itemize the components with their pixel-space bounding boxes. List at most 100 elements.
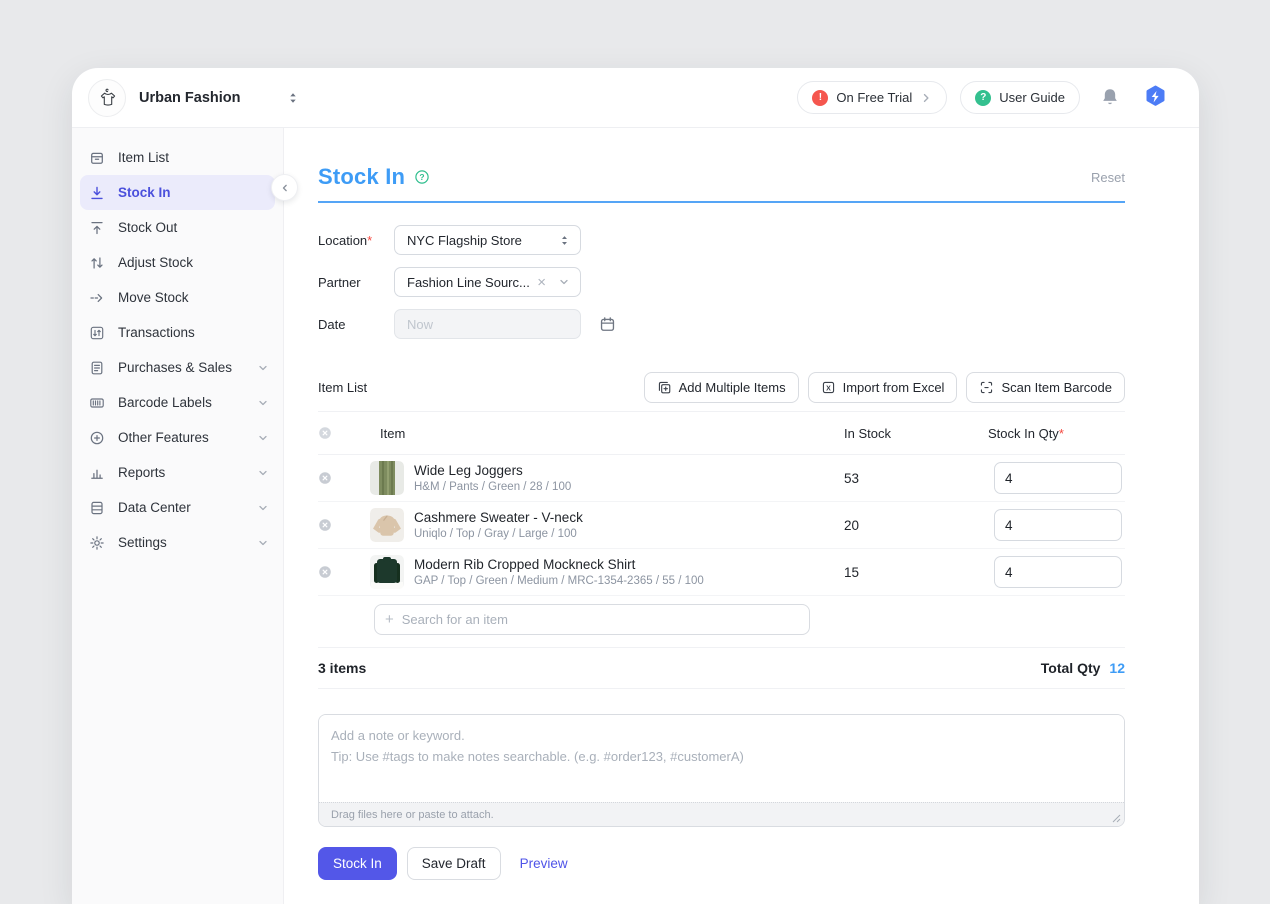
item-search-input[interactable] bbox=[402, 612, 799, 627]
sidebar-item-purchases-sales[interactable]: Purchases & Sales bbox=[72, 350, 283, 385]
transactions-icon bbox=[89, 325, 105, 341]
calendar-icon[interactable] bbox=[599, 316, 616, 333]
sidebar-collapse-button[interactable] bbox=[271, 174, 298, 201]
app-window: Urban Fashion ! On Free Trial ? User Gui… bbox=[72, 68, 1199, 904]
sidebar-item-label: Settings bbox=[118, 535, 167, 550]
hexagon-bolt-icon bbox=[1142, 84, 1169, 111]
trial-label: On Free Trial bbox=[836, 90, 912, 105]
sidebar-item-label: Other Features bbox=[118, 430, 209, 445]
sidebar-item-label: Move Stock bbox=[118, 290, 189, 305]
remove-item-button[interactable] bbox=[318, 471, 370, 485]
sidebar: Item List Stock In Stock Out bbox=[72, 128, 284, 904]
partner-select[interactable]: Fashion Line Sourc... × bbox=[394, 267, 581, 297]
chevron-down-icon bbox=[257, 537, 269, 549]
sidebar-item-label: Stock Out bbox=[118, 220, 177, 235]
column-header-qty: Stock In Qty* bbox=[988, 426, 1125, 441]
import-from-excel-button[interactable]: X Import from Excel bbox=[808, 372, 958, 403]
date-label: Date bbox=[318, 317, 394, 332]
sidebar-item-transactions[interactable]: Transactions bbox=[72, 315, 283, 350]
sidebar-item-stock-in[interactable]: Stock In bbox=[80, 175, 275, 210]
assistant-button[interactable] bbox=[1142, 84, 1169, 111]
clear-partner-icon[interactable]: × bbox=[537, 275, 546, 290]
location-select[interactable]: NYC Flagship Store bbox=[394, 225, 581, 255]
org-switcher[interactable] bbox=[287, 91, 299, 105]
user-guide-button[interactable]: ? User Guide bbox=[960, 81, 1080, 114]
item-name: Wide Leg Joggers bbox=[414, 463, 844, 478]
tshirt-hanger-icon bbox=[96, 87, 118, 109]
excel-icon: X bbox=[821, 380, 836, 395]
import-from-excel-label: Import from Excel bbox=[843, 380, 945, 395]
plus-icon: + bbox=[385, 612, 394, 627]
sidebar-item-stock-out[interactable]: Stock Out bbox=[72, 210, 283, 245]
free-trial-button[interactable]: ! On Free Trial bbox=[797, 81, 947, 114]
item-name: Cashmere Sweater - V-neck bbox=[414, 510, 844, 525]
stock-in-icon bbox=[89, 185, 105, 201]
sidebar-item-barcode-labels[interactable]: Barcode Labels bbox=[72, 385, 283, 420]
note-textarea[interactable] bbox=[319, 715, 1124, 802]
sidebar-item-adjust-stock[interactable]: Adjust Stock bbox=[72, 245, 283, 280]
sidebar-item-other-features[interactable]: Other Features bbox=[72, 420, 283, 455]
archive-box-icon bbox=[89, 150, 105, 166]
sidebar-item-item-list[interactable]: Item List bbox=[72, 140, 283, 175]
total-qty-label: Total Qty bbox=[1041, 660, 1101, 676]
sidebar-item-label: Barcode Labels bbox=[118, 395, 212, 410]
sidebar-item-move-stock[interactable]: Move Stock bbox=[72, 280, 283, 315]
sidebar-item-label: Stock In bbox=[118, 185, 171, 200]
item-list-section-label: Item List bbox=[318, 380, 367, 395]
item-search-row: + bbox=[318, 596, 1125, 648]
sidebar-item-label: Transactions bbox=[118, 325, 195, 340]
item-details: GAP / Top / Green / Medium / MRC-1354-23… bbox=[414, 575, 844, 587]
in-stock-value: 53 bbox=[844, 471, 988, 486]
date-input[interactable]: Now bbox=[394, 309, 581, 339]
gear-icon bbox=[89, 535, 105, 551]
sidebar-item-data-center[interactable]: Data Center bbox=[72, 490, 283, 525]
bar-chart-icon bbox=[89, 465, 105, 481]
reset-button[interactable]: Reset bbox=[1091, 170, 1125, 185]
notifications-button[interactable] bbox=[1100, 87, 1120, 108]
item-thumbnail-mockneck bbox=[370, 555, 404, 589]
save-draft-button[interactable]: Save Draft bbox=[407, 847, 501, 880]
chevron-down-icon bbox=[257, 432, 269, 444]
scan-item-barcode-button[interactable]: Scan Item Barcode bbox=[966, 372, 1125, 403]
stock-in-submit-button[interactable]: Stock In bbox=[318, 847, 397, 880]
add-multiple-items-label: Add Multiple Items bbox=[679, 380, 786, 395]
remove-all-items-button[interactable] bbox=[318, 426, 370, 440]
svg-text:X: X bbox=[826, 385, 831, 392]
chevron-down-icon bbox=[558, 276, 570, 288]
stock-in-qty-input[interactable] bbox=[994, 462, 1122, 494]
total-qty-value: 12 bbox=[1109, 660, 1125, 676]
document-icon bbox=[89, 360, 105, 376]
item-details: Uniqlo / Top / Gray / Large / 100 bbox=[414, 528, 844, 540]
summary-row: 3 items Total Qty 12 bbox=[318, 648, 1125, 689]
stock-out-icon bbox=[89, 220, 105, 236]
item-thumbnail-sweater bbox=[370, 508, 404, 542]
sidebar-item-reports[interactable]: Reports bbox=[72, 455, 283, 490]
database-icon bbox=[89, 500, 105, 516]
sidebar-item-settings[interactable]: Settings bbox=[72, 525, 283, 560]
chevron-right-icon bbox=[920, 92, 932, 104]
resize-handle-icon[interactable] bbox=[1112, 814, 1121, 823]
remove-item-button[interactable] bbox=[318, 565, 370, 579]
attachment-hint: Drag files here or paste to attach. bbox=[331, 809, 494, 821]
add-multiple-items-button[interactable]: Add Multiple Items bbox=[644, 372, 799, 403]
item-search-box[interactable]: + bbox=[374, 604, 810, 635]
help-icon[interactable]: ? bbox=[414, 169, 430, 185]
chevron-down-icon bbox=[257, 362, 269, 374]
stock-in-qty-input[interactable] bbox=[994, 556, 1122, 588]
copy-plus-icon bbox=[657, 380, 672, 395]
preview-link[interactable]: Preview bbox=[520, 856, 568, 871]
chevron-down-icon bbox=[257, 467, 269, 479]
trial-alert-icon: ! bbox=[812, 90, 828, 106]
item-details: H&M / Pants / Green / 28 / 100 bbox=[414, 481, 844, 493]
chevron-down-icon bbox=[257, 502, 269, 514]
barcode-icon bbox=[89, 395, 105, 411]
partner-value: Fashion Line Sourc... bbox=[407, 275, 537, 290]
stock-in-qty-input[interactable] bbox=[994, 509, 1122, 541]
select-arrows-icon bbox=[559, 234, 570, 247]
company-logo[interactable] bbox=[88, 79, 126, 117]
attachment-drop-zone[interactable]: Drag files here or paste to attach. bbox=[319, 802, 1124, 826]
bell-icon bbox=[1100, 87, 1120, 108]
remove-item-button[interactable] bbox=[318, 518, 370, 532]
guide-question-icon: ? bbox=[975, 90, 991, 106]
item-name: Modern Rib Cropped Mockneck Shirt bbox=[414, 557, 844, 572]
